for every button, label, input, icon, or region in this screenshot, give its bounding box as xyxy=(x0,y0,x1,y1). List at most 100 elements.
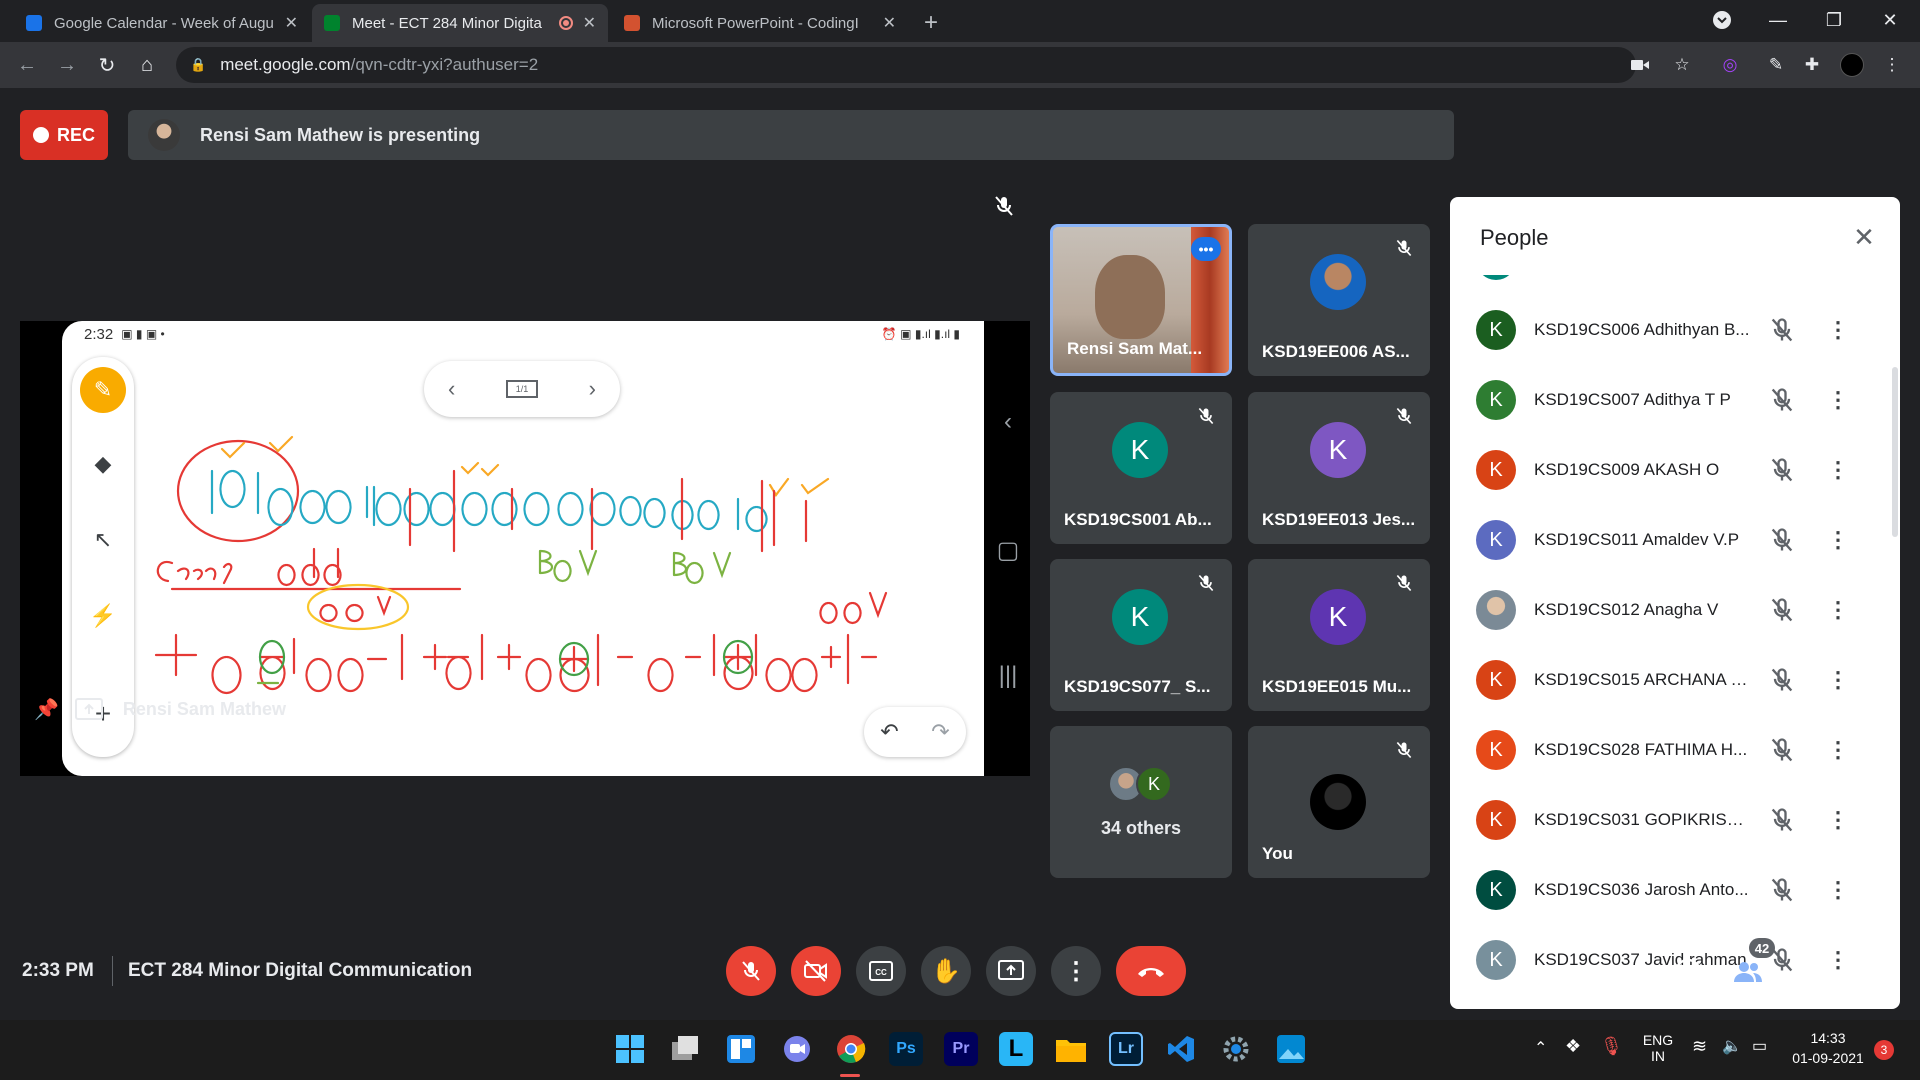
self-tile[interactable]: You xyxy=(1248,726,1430,878)
teams-chat-icon[interactable] xyxy=(780,1032,814,1066)
chat-button[interactable] xyxy=(1790,954,1826,990)
task-view-icon[interactable] xyxy=(669,1032,703,1066)
more-options-button[interactable]: ⋮ xyxy=(1051,946,1101,996)
mic-off-icon[interactable] xyxy=(1768,876,1796,904)
participant-row[interactable]: K KSD19CS009 AKASH O ⋮ xyxy=(1450,435,1900,505)
participant-more-icon[interactable]: ⋮ xyxy=(1826,456,1850,484)
minimize-icon[interactable]: — xyxy=(1750,0,1806,40)
file-explorer-icon[interactable] xyxy=(1054,1032,1088,1066)
participant-more-icon[interactable]: ⋮ xyxy=(1826,806,1850,834)
vscode-icon[interactable] xyxy=(1164,1032,1198,1066)
address-bar[interactable]: 🔒 meet.google.com/qvn-cdtr-yxi?authuser=… xyxy=(176,47,1636,83)
back-icon[interactable]: ← xyxy=(12,50,42,80)
system-clock[interactable]: 14:33 01-09-2021 xyxy=(1790,1030,1866,1066)
close-tab-icon[interactable]: ✕ xyxy=(285,13,298,33)
participant-row[interactable]: K KSD19CS011 Amaldev V.P ⋮ xyxy=(1450,505,1900,575)
pen-extension-icon[interactable]: ✎ xyxy=(1764,53,1788,77)
leave-call-button[interactable] xyxy=(1116,946,1186,996)
page-indicator[interactable]: 1/1 xyxy=(505,380,539,398)
participant-more-icon[interactable]: ⋮ xyxy=(1826,736,1850,764)
recording-badge[interactable]: REC xyxy=(20,110,108,160)
raise-hand-button[interactable]: ✋ xyxy=(921,946,971,996)
mic-off-icon[interactable] xyxy=(1768,316,1796,344)
present-now-button[interactable] xyxy=(986,946,1036,996)
photos-icon[interactable] xyxy=(1274,1032,1308,1066)
highlighter-tool-icon[interactable]: ⚡ xyxy=(80,593,126,639)
mic-off-icon[interactable] xyxy=(1768,386,1796,414)
l-app-icon[interactable]: L xyxy=(999,1032,1033,1066)
tile-more-options-icon[interactable]: ••• xyxy=(1191,237,1221,261)
mic-off-icon[interactable] xyxy=(1768,596,1796,624)
start-windows-icon[interactable] xyxy=(613,1032,647,1066)
show-hidden-icons[interactable]: ⌃ xyxy=(1534,1038,1547,1058)
reload-icon[interactable]: ↻ xyxy=(92,50,122,80)
close-tab-icon[interactable]: ✕ xyxy=(883,13,896,33)
mic-off-icon[interactable] xyxy=(1768,456,1796,484)
restore-icon[interactable]: ❐ xyxy=(1806,0,1862,40)
extensions-puzzle-icon[interactable]: ✚ xyxy=(1800,53,1824,77)
premiere-pro-icon[interactable]: Pr xyxy=(944,1032,978,1066)
close-tab-icon[interactable]: ✕ xyxy=(583,13,596,33)
participant-row[interactable]: KSD19CS012 Anagha V ⋮ xyxy=(1450,575,1900,645)
participant-row[interactable]: K KSD19CS036 Jarosh Anto... ⋮ xyxy=(1450,855,1900,925)
participant-row[interactable]: K KSD19CS007 Adithya T P ⋮ xyxy=(1450,365,1900,435)
participant-more-icon[interactable]: ⋮ xyxy=(1826,386,1850,414)
mic-off-icon[interactable] xyxy=(1768,736,1796,764)
undo-icon[interactable]: ↶ xyxy=(880,719,898,745)
close-panel-icon[interactable]: ✕ xyxy=(1848,221,1880,253)
participant-row[interactable]: K KSD19CS031 GOPIKRISH... ⋮ xyxy=(1450,785,1900,855)
participant-tile[interactable]: K KSD19CS001 Ab... xyxy=(1050,392,1232,544)
photoshop-icon[interactable]: Ps xyxy=(889,1032,923,1066)
eraser-tool-icon[interactable]: ◆ xyxy=(80,441,126,487)
participant-tile[interactable]: K KSD19CS077_ S... xyxy=(1050,559,1232,711)
participant-tile[interactable]: KSD19EE006 AS... xyxy=(1248,224,1430,376)
browser-menu-icon[interactable]: ⋮ xyxy=(1880,53,1904,77)
participant-row[interactable]: K KSD19CS028 FATHIMA H... ⋮ xyxy=(1450,715,1900,785)
forward-icon[interactable]: → xyxy=(52,50,82,80)
participant-row[interactable]: K KSD19CS015 ARCHANA S... ⋮ xyxy=(1450,645,1900,715)
mic-off-icon[interactable] xyxy=(1768,526,1796,554)
captions-button[interactable]: CC xyxy=(856,946,906,996)
profile-avatar[interactable] xyxy=(1840,53,1864,77)
pointer-arrow-icon[interactable]: ↖ xyxy=(80,517,126,563)
participant-more-icon[interactable]: ⋮ xyxy=(1826,596,1850,624)
tab-search-icon[interactable] xyxy=(1694,0,1750,40)
notification-badge[interactable]: 3 xyxy=(1874,1040,1894,1060)
bookmark-star-icon[interactable]: ☆ xyxy=(1670,53,1694,77)
camera-in-use-icon[interactable] xyxy=(1628,53,1652,77)
camera-toggle-button[interactable] xyxy=(791,946,841,996)
prev-page-icon[interactable]: ‹ xyxy=(448,376,455,402)
participant-more-icon[interactable]: ⋮ xyxy=(1826,666,1850,694)
next-page-icon[interactable]: › xyxy=(589,376,596,402)
tab-powerpoint[interactable]: Microsoft PowerPoint - CodingI ✕ xyxy=(612,4,908,42)
pen-tool-icon[interactable]: ✎ xyxy=(80,367,126,413)
meeting-details-button[interactable] xyxy=(1670,954,1706,990)
home-icon[interactable]: ⌂ xyxy=(132,50,162,80)
participant-tile-presenter[interactable]: ••• Rensi Sam Mat... xyxy=(1050,224,1232,376)
participant-more-icon[interactable]: ⋮ xyxy=(1826,316,1850,344)
battery-icon[interactable]: ▭ xyxy=(1752,1036,1767,1056)
wifi-icon[interactable]: ≋ xyxy=(1692,1036,1707,1057)
pin-icon[interactable]: 📌 xyxy=(34,697,59,722)
mic-off-icon[interactable] xyxy=(1768,806,1796,834)
show-everyone-button[interactable] xyxy=(1730,954,1766,990)
participant-more-icon[interactable]: ⋮ xyxy=(1826,876,1850,904)
lightroom-icon[interactable]: Lr xyxy=(1109,1032,1143,1066)
mic-off-icon[interactable] xyxy=(1768,666,1796,694)
activities-button[interactable] xyxy=(1850,954,1886,990)
new-tab-button[interactable]: + xyxy=(912,4,958,42)
participant-row[interactable]: KKSD19CS002 Abhishek S...⋮ xyxy=(1450,275,1900,295)
participant-row[interactable]: K KSD19CS006 Adhithyan B... ⋮ xyxy=(1450,295,1900,365)
tab-google-meet[interactable]: Meet - ECT 284 Minor Digita ✕ xyxy=(312,4,608,42)
mic-in-use-icon[interactable]: 🎙 xyxy=(1600,1036,1623,1057)
settings-gear-icon[interactable] xyxy=(1219,1032,1253,1066)
tab-google-calendar[interactable]: Google Calendar - Week of Augu ✕ xyxy=(14,4,310,42)
extension-icon[interactable]: ◎ xyxy=(1718,53,1742,77)
volume-icon[interactable]: 🔈 xyxy=(1722,1036,1742,1056)
participant-tile[interactable]: K KSD19EE015 Mu... xyxy=(1248,559,1430,711)
participant-tile[interactable]: K KSD19EE013 Jes... xyxy=(1248,392,1430,544)
redo-icon[interactable]: ↷ xyxy=(931,719,949,745)
close-window-icon[interactable]: ✕ xyxy=(1862,0,1918,40)
language-indicator[interactable]: ENG IN xyxy=(1640,1032,1676,1064)
others-tile[interactable]: K 34 others xyxy=(1050,726,1232,878)
